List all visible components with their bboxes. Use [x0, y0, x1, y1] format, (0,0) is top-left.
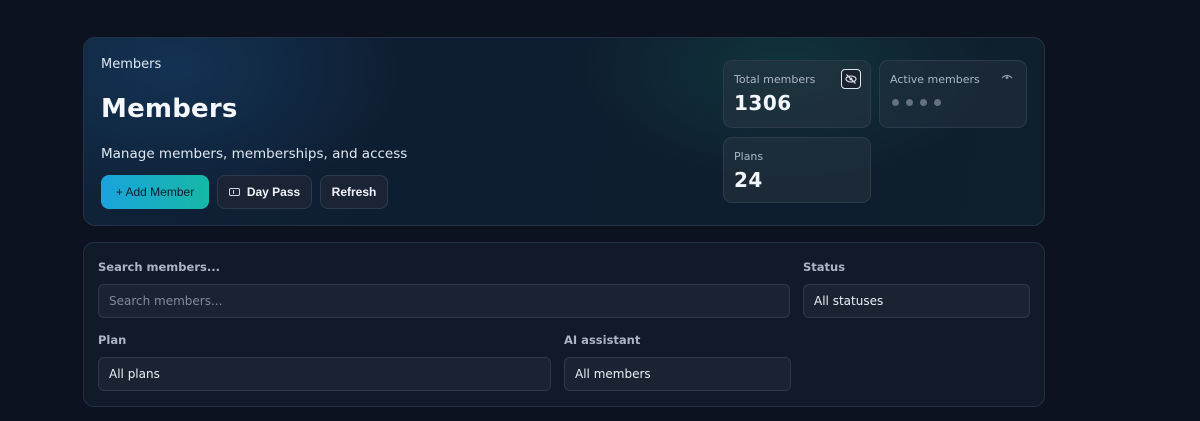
stat-label: Plans — [734, 150, 764, 163]
ai-assistant-label: AI assistant — [564, 333, 641, 347]
stat-label: Total members — [734, 73, 816, 86]
add-member-button[interactable]: + Add Member — [101, 175, 209, 209]
status-select[interactable]: All statuses — [803, 284, 1030, 318]
hidden-value-mask — [892, 99, 941, 106]
eye-icon[interactable] — [1000, 72, 1014, 82]
add-member-label: + Add Member — [115, 185, 195, 199]
search-label: Search members... — [98, 260, 220, 274]
day-pass-label: Day Pass — [246, 185, 301, 199]
eye-off-icon[interactable] — [841, 69, 861, 89]
day-pass-button[interactable]: Day Pass — [217, 175, 312, 209]
stat-card-active-members: Active members — [879, 60, 1027, 128]
stat-value: 1306 — [734, 91, 792, 115]
refresh-label: Refresh — [331, 185, 377, 199]
members-header-card: Members Members Manage members, membersh… — [83, 37, 1045, 226]
stat-card-total-members: Total members 1306 — [723, 60, 871, 128]
members-page: Members Members Manage members, membersh… — [0, 0, 1200, 421]
status-label: Status — [803, 260, 846, 274]
ticket-icon — [228, 188, 240, 196]
stat-value: 24 — [734, 168, 763, 192]
ai-assistant-select[interactable]: All members — [564, 357, 791, 391]
refresh-button[interactable]: Refresh — [320, 175, 388, 209]
breadcrumb[interactable]: Members — [101, 57, 161, 72]
stat-label: Active members — [890, 73, 980, 86]
plan-select[interactable]: All plans — [98, 357, 551, 391]
stat-card-plans: Plans 24 — [723, 137, 871, 203]
member-filters-card: Search members... Status All statuses Pl… — [83, 242, 1045, 407]
page-title: Members — [101, 94, 238, 124]
plan-label: Plan — [98, 333, 127, 347]
page-subtitle: Manage members, memberships, and access — [101, 146, 408, 162]
search-input[interactable] — [98, 284, 790, 318]
